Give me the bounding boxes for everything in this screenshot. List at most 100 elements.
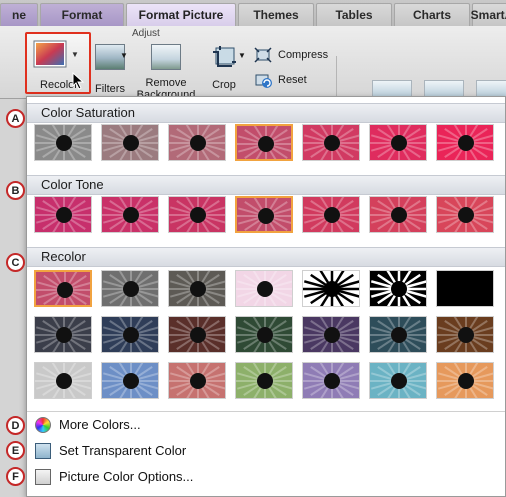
tab-tables[interactable]: Tables — [316, 3, 392, 26]
flower-thumbnail-icon — [169, 317, 225, 352]
color-swatch[interactable] — [168, 270, 226, 307]
crop-button[interactable]: ▼ Crop — [202, 44, 246, 94]
flower-thumbnail-icon — [169, 125, 225, 160]
color-swatch[interactable] — [302, 362, 360, 399]
tab-smarta[interactable]: SmartA — [471, 3, 506, 26]
flower-thumbnail-icon — [102, 125, 158, 160]
color-swatch[interactable] — [34, 124, 92, 161]
flower-thumbnail-icon — [370, 197, 426, 232]
flower-thumbnail-icon — [303, 197, 359, 232]
flower-thumbnail-icon — [102, 271, 158, 306]
flower-thumbnail-icon — [35, 125, 91, 160]
flower-thumbnail-icon — [237, 126, 291, 159]
color-swatch[interactable] — [235, 316, 293, 353]
flower-thumbnail-icon — [169, 197, 225, 232]
tab-ne[interactable]: ne — [0, 3, 38, 26]
flower-thumbnail-icon — [102, 317, 158, 352]
color-swatch[interactable] — [101, 196, 159, 233]
color-swatch[interactable] — [168, 196, 226, 233]
color-swatch[interactable] — [34, 196, 92, 233]
color-swatch[interactable] — [235, 196, 293, 233]
color-swatch[interactable] — [235, 124, 293, 161]
callout-badge: D — [6, 416, 25, 435]
menu-item-picture-color-options[interactable]: Picture Color Options... — [27, 465, 505, 489]
color-swatch[interactable] — [302, 196, 360, 233]
flower-thumbnail-icon — [370, 363, 426, 398]
flower-thumbnail-icon — [437, 271, 493, 306]
tab-format-picture[interactable]: Format Picture — [126, 3, 236, 26]
menu-item-label: Picture Color Options... — [59, 469, 194, 484]
color-swatch[interactable] — [235, 270, 293, 307]
flower-thumbnail-icon — [35, 317, 91, 352]
filters-button[interactable]: ▼ Filters — [90, 44, 130, 95]
color-swatch[interactable] — [101, 316, 159, 353]
color-swatch[interactable] — [436, 196, 494, 233]
flower-thumbnail-icon — [370, 271, 426, 306]
color-swatch[interactable] — [369, 316, 427, 353]
color-swatch[interactable] — [436, 316, 494, 353]
color-swatch[interactable] — [436, 362, 494, 399]
flower-thumbnail-icon — [236, 271, 292, 306]
color-swatch[interactable] — [34, 316, 92, 353]
flower-thumbnail-icon — [236, 317, 292, 352]
menu-item-set-transparent-color[interactable]: Set Transparent Color — [27, 439, 505, 463]
tab-themes[interactable]: Themes — [238, 3, 314, 26]
section-header: Recolor — [27, 247, 505, 267]
menu-item-label: Set Transparent Color — [59, 443, 187, 458]
remove-background-icon — [151, 44, 181, 70]
flower-thumbnail-icon — [303, 125, 359, 160]
flower-thumbnail-icon — [102, 363, 158, 398]
reset-label: Reset — [278, 74, 307, 86]
picture-options-icon — [35, 469, 51, 485]
mouse-cursor-icon — [72, 72, 85, 90]
chevron-down-icon: ▼ — [120, 51, 128, 60]
color-swatch[interactable] — [302, 270, 360, 307]
color-swatch[interactable] — [302, 124, 360, 161]
color-swatch[interactable] — [436, 270, 494, 307]
color-swatch[interactable] — [235, 362, 293, 399]
callout-badge: A — [6, 109, 25, 128]
flower-thumbnail-icon — [35, 363, 91, 398]
color-swatch[interactable] — [101, 124, 159, 161]
flower-thumbnail-icon — [303, 317, 359, 352]
color-swatch[interactable] — [168, 316, 226, 353]
callout-badge: C — [6, 253, 25, 272]
ribbon-tab-bar: ne Format Format Picture Themes Tables Charts… — [0, 0, 506, 27]
color-swatch[interactable] — [34, 270, 92, 307]
callout-badge: F — [6, 467, 25, 486]
color-swatch[interactable] — [101, 362, 159, 399]
color-swatch[interactable] — [101, 270, 159, 307]
menu-item-more-colors[interactable]: More Colors... — [27, 413, 505, 437]
color-swatch[interactable] — [34, 362, 92, 399]
chevron-down-icon: ▼ — [238, 51, 246, 60]
remove-background-button[interactable]: Remove Background — [134, 44, 198, 101]
tab-charts[interactable]: Charts — [394, 3, 470, 26]
compress-button[interactable]: Compress — [254, 46, 328, 64]
color-swatch[interactable] — [302, 316, 360, 353]
remove-background-label: Remove — [145, 77, 187, 89]
color-swatch[interactable] — [168, 124, 226, 161]
menu-item-label: More Colors... — [59, 417, 141, 432]
flower-thumbnail-icon — [36, 272, 90, 305]
reset-icon — [255, 74, 272, 88]
color-swatch[interactable] — [369, 270, 427, 307]
filters-label: Filters — [95, 83, 125, 95]
flower-thumbnail-icon — [437, 363, 493, 398]
transparent-color-icon — [35, 443, 51, 459]
crop-label: Crop — [212, 79, 236, 91]
color-swatch[interactable] — [436, 124, 494, 161]
tab-format[interactable]: Format — [40, 3, 124, 26]
color-swatch[interactable] — [369, 124, 427, 161]
flower-thumbnail-icon — [437, 197, 493, 232]
flower-thumbnail-icon — [437, 317, 493, 352]
section-header: Color Tone — [27, 175, 505, 195]
reset-button[interactable]: Reset — [254, 71, 307, 89]
flower-thumbnail-icon — [35, 197, 91, 232]
flower-thumbnail-icon — [437, 125, 493, 160]
callout-badge: E — [6, 441, 25, 460]
color-swatch[interactable] — [369, 362, 427, 399]
callout-badge: B — [6, 181, 25, 200]
color-swatch[interactable] — [168, 362, 226, 399]
menu-divider — [27, 411, 505, 412]
color-swatch[interactable] — [369, 196, 427, 233]
